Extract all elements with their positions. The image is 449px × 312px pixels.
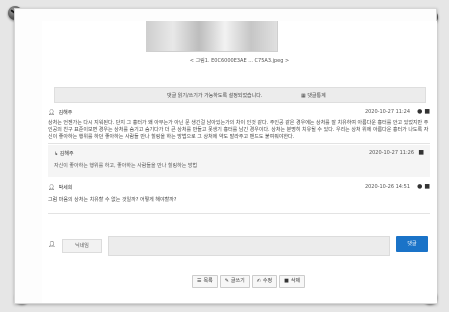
edit-button-label: 수정	[262, 278, 273, 284]
reply-date: 2020-10-27 11:26	[368, 150, 414, 156]
delete-button[interactable]: ■ 삭제	[279, 275, 306, 288]
delete-button-label: 삭제	[290, 278, 301, 284]
nickname-field[interactable]: 닉네임	[62, 239, 102, 253]
comment-submit-button[interactable]: 댓글	[396, 236, 428, 252]
comment-body: 그럼 마음의 상처는 치유할 수 없는 것일까? 어떻게 해야할까?	[48, 197, 177, 203]
trash-icon[interactable]: ■	[418, 149, 424, 156]
post-action-buttons: ☰ 목록 ✎ 글쓰기 ✍ 수정 ■ 삭제	[192, 275, 306, 288]
list-icon: ☰	[197, 278, 202, 284]
comment-author: 👤︎ 김해주	[48, 109, 72, 116]
comment-author-name: 박세희	[58, 185, 73, 191]
reply-item: ↳ 김해주 2020-10-27 11:26 ■ 자신이 좋아하는 행위를 하고…	[54, 149, 424, 170]
reply-body: 자신이 좋아하는 행위를 하고, 좋아하는 사람들을 만나 힐링하는 방법	[54, 163, 198, 169]
reply-author-name: 김해주	[59, 151, 74, 157]
comment-item: 👤︎ 김해주 2020-10-27 11:24 ● ■ 상처는 언젠가는 다시 …	[48, 108, 430, 141]
trash-icon: ■	[284, 278, 289, 284]
comment-notice-text: 댓글 읽기/쓰기가 가능하도록 설정되었습니다.	[167, 93, 263, 99]
table-icon: ▦	[301, 93, 306, 99]
comment-body: 상처는 언젠가는 다시 지워된다. 단지 그 흉터가 왜 아무는가 아닌 문 생…	[48, 120, 429, 140]
trash-icon[interactable]: ■	[424, 183, 430, 190]
comment-stats-label: 댓글통계	[307, 93, 326, 99]
edit-icon: ✍	[256, 278, 261, 284]
reply-icon[interactable]: ●	[417, 108, 422, 115]
comment-input[interactable]	[108, 236, 390, 256]
list-button-label: 목록	[203, 278, 213, 284]
reply-box: ↳ 김해주 2020-10-27 11:26 ■ 자신이 좋아하는 행위를 하고…	[48, 145, 430, 177]
pencil-icon: ✎	[224, 278, 229, 284]
comment-write-row: 👤︎ 닉네임 댓글	[48, 235, 430, 256]
edit-button[interactable]: ✍ 수정	[251, 275, 278, 288]
comment-stats-link[interactable]: ▦ 댓글통계	[301, 92, 326, 99]
comment-date: 2020-10-27 11:24	[364, 109, 410, 115]
trash-icon[interactable]: ■	[424, 108, 430, 115]
comment-notice-bar: 댓글 읽기/쓰기가 가능하도록 설정되었습니다. ▦ 댓글통계	[54, 87, 426, 103]
comment-divider	[48, 143, 430, 144]
user-icon: 👤︎	[48, 110, 55, 116]
reply-author: ↳ 김해주	[54, 150, 74, 157]
reply-arrow-icon: ↳	[54, 151, 59, 157]
comment-author: 👤︎ 박세희	[48, 184, 72, 191]
post-panel: < 그림1. E0C6000E3AE ... C75A3.jpeg > 댓글 읽…	[42, 21, 437, 303]
user-icon: 👤︎	[48, 185, 55, 191]
content-frame: < 그림1. E0C6000E3AE ... C75A3.jpeg > 댓글 읽…	[14, 8, 437, 304]
comment-divider	[48, 213, 430, 214]
post-image	[146, 21, 278, 52]
comment-author-name: 김해주	[58, 110, 73, 116]
comment-item: 👤︎ 박세희 2020-10-26 14:51 ● ■ 그럼 마음의 상처는 치…	[48, 183, 430, 204]
list-button[interactable]: ☰ 목록	[192, 275, 218, 288]
reply-icon[interactable]: ●	[417, 183, 422, 190]
user-icon: 👤︎	[48, 241, 56, 248]
write-button-label: 글쓰기	[230, 278, 245, 284]
image-caption: < 그림1. E0C6000E3AE ... C75A3.jpeg >	[189, 58, 290, 64]
comment-date: 2020-10-26 14:51	[364, 184, 410, 190]
write-button[interactable]: ✎ 글쓰기	[219, 275, 250, 288]
